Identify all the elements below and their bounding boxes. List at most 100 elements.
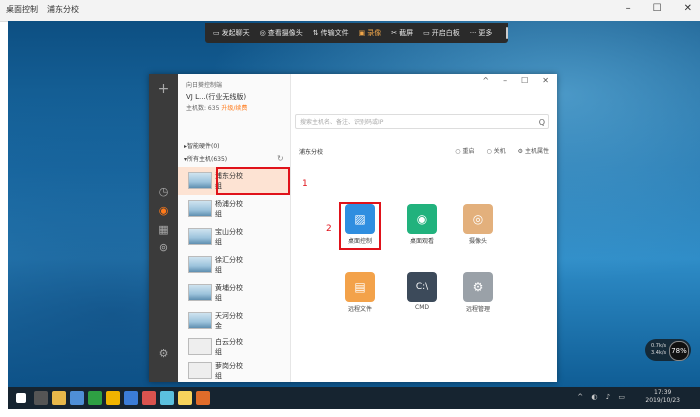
- maximize-button[interactable]: ☐: [653, 3, 662, 14]
- host-thumbnail: [188, 172, 212, 189]
- toolbar-more[interactable]: ··· 更多: [470, 28, 493, 38]
- fullscreen-icon[interactable]: [506, 27, 509, 39]
- edge-icon[interactable]: [70, 391, 84, 405]
- remote-manage-icon: ⚙: [463, 272, 493, 302]
- clock[interactable]: 17:39 2019/10/23: [645, 389, 680, 405]
- host-list-panel: 向日葵控制端 VJ L...(行业无线版) 主机数: 635 升级/续费 ▸智能…: [178, 74, 308, 385]
- whiteboard-icon: ▭: [423, 29, 430, 37]
- history-icon[interactable]: ◷: [156, 184, 171, 199]
- remote-desktop: ▭ 发起聊天 ◎ 查看摄像头 ⇅ 传输文件 ▣ 录像 ✂ 截屏 ▭ 开启白板 ··· 更多 +…: [8, 21, 700, 387]
- network-speed-widget[interactable]: 0.7k/s 3.4k/s 78%: [645, 339, 691, 361]
- tab-host[interactable]: 浦东分校: [47, 4, 79, 15]
- host-thumbnail: [188, 284, 212, 301]
- toolbar-transfer[interactable]: ⇅ 传输文件: [313, 28, 349, 38]
- upload-speed: 0.7k/s: [651, 343, 667, 349]
- windows-start-icon[interactable]: [16, 393, 26, 403]
- wechat-icon[interactable]: [88, 391, 102, 405]
- host-item[interactable]: 黄埔分校组: [178, 279, 290, 307]
- collapse-button[interactable]: ^: [482, 76, 489, 85]
- toolbar-chat[interactable]: ▭ 发起聊天: [213, 28, 250, 38]
- more-icon: ···: [469, 29, 477, 37]
- host-name: 黄埔分校组: [215, 284, 243, 302]
- settings-icon[interactable]: ⚙: [156, 346, 171, 361]
- main-panel: ^ – ☐ ✕ 搜索主机名、备注、识别码或IP Q 浦东分校 ○ 重启 ○ 关机…: [291, 74, 557, 382]
- sunlogin-taskbar-icon[interactable]: [196, 391, 210, 405]
- toolbar-camera[interactable]: ◎ 查看摄像头: [260, 28, 303, 38]
- app-restore-button[interactable]: ☐: [521, 76, 528, 85]
- remote-file-tile[interactable]: ▤ 远程文件: [337, 272, 383, 313]
- webcam-icon: ◎: [463, 204, 493, 234]
- remote-file-icon: ▤: [345, 272, 375, 302]
- host-name: 宝山分校组: [215, 228, 243, 246]
- highlight-box-1: [216, 167, 290, 195]
- shutdown-button[interactable]: ○ 关机: [486, 146, 505, 155]
- shutdown-icon: ○: [486, 148, 492, 155]
- app-icon[interactable]: [142, 391, 156, 405]
- close-button[interactable]: ✕: [684, 3, 692, 14]
- tab-desktop-control[interactable]: 桌面控制: [6, 4, 38, 15]
- restart-button[interactable]: ○ 重启: [455, 146, 474, 155]
- transfer-icon: ⇅: [312, 29, 319, 37]
- download-speed: 3.4k/s: [651, 350, 667, 356]
- upgrade-link[interactable]: 升级/续费: [221, 105, 247, 112]
- remote-manage-tile[interactable]: ⚙ 远程管理: [455, 272, 501, 313]
- remote-control-icon[interactable]: ◉: [156, 203, 171, 218]
- taskbar: ^ ◐ ♪ ▭ 17:39 2019/10/23: [8, 387, 700, 409]
- marker-2: 2: [326, 224, 332, 234]
- cmd-icon: C:\: [407, 272, 437, 302]
- group-smart-hardware[interactable]: ▸智能硬件(0): [184, 141, 220, 150]
- host-item[interactable]: 萝岗分校组: [178, 357, 290, 385]
- toolbar-screenshot[interactable]: ✂ 截屏: [391, 28, 413, 38]
- outer-titlebar: 桌面控制 浦东分校 – ☐ ✕: [0, 0, 700, 22]
- remote-control-toolbar: ▭ 发起聊天 ◎ 查看摄像头 ⇅ 传输文件 ▣ 录像 ✂ 截屏 ▭ 开启白板 ··· 更多: [205, 23, 509, 43]
- host-name: 杨浦分校组: [215, 200, 243, 218]
- file-explorer-icon[interactable]: [52, 391, 66, 405]
- account-info: 主机数: 635 升级/续费: [186, 105, 248, 112]
- camera-icon: ◎: [259, 29, 266, 37]
- settings-icon: ⚙: [517, 148, 524, 155]
- host-name: 徐汇分校组: [215, 256, 243, 274]
- host-name: 萝岗分校组: [215, 362, 243, 380]
- host-item[interactable]: 徐汇分校组: [178, 251, 290, 279]
- app-icon[interactable]: [178, 391, 192, 405]
- highlight-box-2: [339, 202, 381, 250]
- host-thumbnail: [188, 362, 212, 379]
- devices-icon[interactable]: ▦: [156, 222, 171, 237]
- discover-icon[interactable]: ⊚: [156, 240, 171, 255]
- app-icon[interactable]: [160, 391, 174, 405]
- host-thumbnail: [188, 256, 212, 273]
- app-minimize-button[interactable]: –: [503, 76, 507, 85]
- host-item[interactable]: 天河分校金: [178, 307, 290, 335]
- sunlogin-window: + ◷ ◉ ▦ ⊚ ⚙ 向日葵控制端 VJ L...(行业无线版) 主机数: 6…: [149, 74, 557, 382]
- host-name: 白云分校组: [215, 338, 243, 356]
- host-thumbnail: [188, 338, 212, 355]
- desktop-view-icon: ◉: [407, 204, 437, 234]
- host-properties-button[interactable]: ⚙ 主机属性: [518, 146, 549, 155]
- add-icon[interactable]: +: [156, 82, 171, 97]
- refresh-icon[interactable]: ↻: [277, 154, 284, 163]
- host-search-input[interactable]: 搜索主机名、备注、识别码或IP Q: [295, 114, 549, 129]
- app-close-button[interactable]: ✕: [542, 76, 549, 85]
- group-all-hosts[interactable]: ▾所有主机(635): [184, 154, 227, 163]
- host-item[interactable]: 杨浦分校组: [178, 195, 290, 223]
- desktop-view-tile[interactable]: ◉ 桌面观看: [399, 204, 445, 245]
- search-app-icon[interactable]: [124, 391, 138, 405]
- nav-rail: + ◷ ◉ ▦ ⊚ ⚙: [149, 74, 178, 382]
- record-icon: ▣: [358, 29, 366, 37]
- toolbar-record[interactable]: ▣ 录像: [359, 28, 382, 38]
- host-actions: ○ 重启 ○ 关机 ⚙ 主机属性: [455, 146, 557, 155]
- search-icon[interactable]: Q: [539, 115, 545, 130]
- webcam-tile[interactable]: ◎ 摄像头: [455, 204, 501, 245]
- chrome-icon[interactable]: [106, 391, 120, 405]
- host-thumbnail: [188, 312, 212, 329]
- restart-icon: ○: [455, 148, 461, 155]
- chat-icon: ▭: [213, 29, 220, 37]
- minimize-button[interactable]: –: [626, 3, 631, 14]
- group-title: 浦东分校: [299, 149, 324, 156]
- host-item[interactable]: 宝山分校组: [178, 223, 290, 251]
- toolbar-whiteboard[interactable]: ▭ 开启白板: [423, 28, 460, 38]
- system-tray[interactable]: ^ ◐ ♪ ▭: [577, 393, 628, 401]
- cmd-tile[interactable]: C:\ CMD: [399, 272, 445, 311]
- window-controls: ^ – ☐ ✕: [482, 76, 549, 85]
- task-view-icon[interactable]: [34, 391, 48, 405]
